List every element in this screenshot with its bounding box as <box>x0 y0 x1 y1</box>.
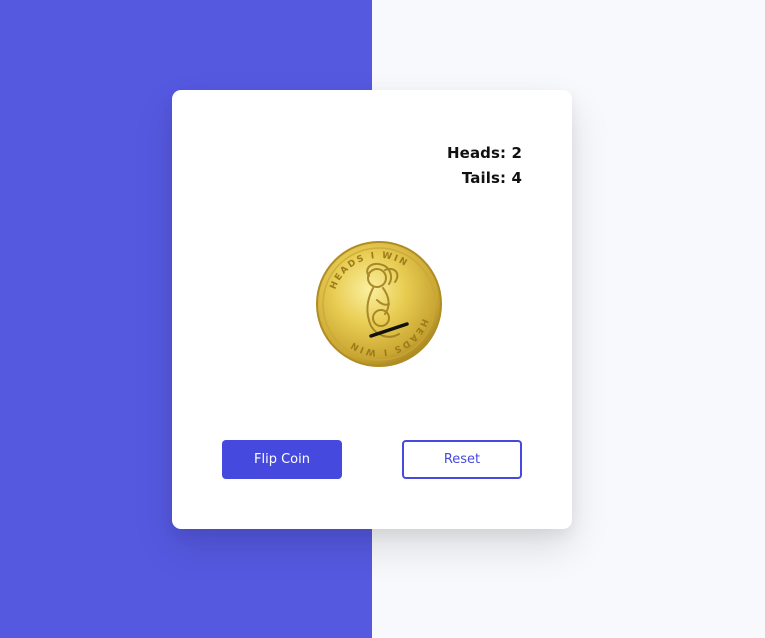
flip-coin-button[interactable]: Flip Coin <box>222 440 342 479</box>
coin-flip-card: Heads: 2 Tails: 4 HEADS I WIN HEADS I WI… <box>172 90 572 529</box>
coin-image: HEADS I WIN HEADS I WIN <box>315 240 443 368</box>
tails-count: Tails: 4 <box>461 169 522 187</box>
reset-button[interactable]: Reset <box>402 440 522 479</box>
heads-count: Heads: 2 <box>447 144 522 162</box>
coin-heads-icon: HEADS I WIN HEADS I WIN <box>316 241 442 367</box>
